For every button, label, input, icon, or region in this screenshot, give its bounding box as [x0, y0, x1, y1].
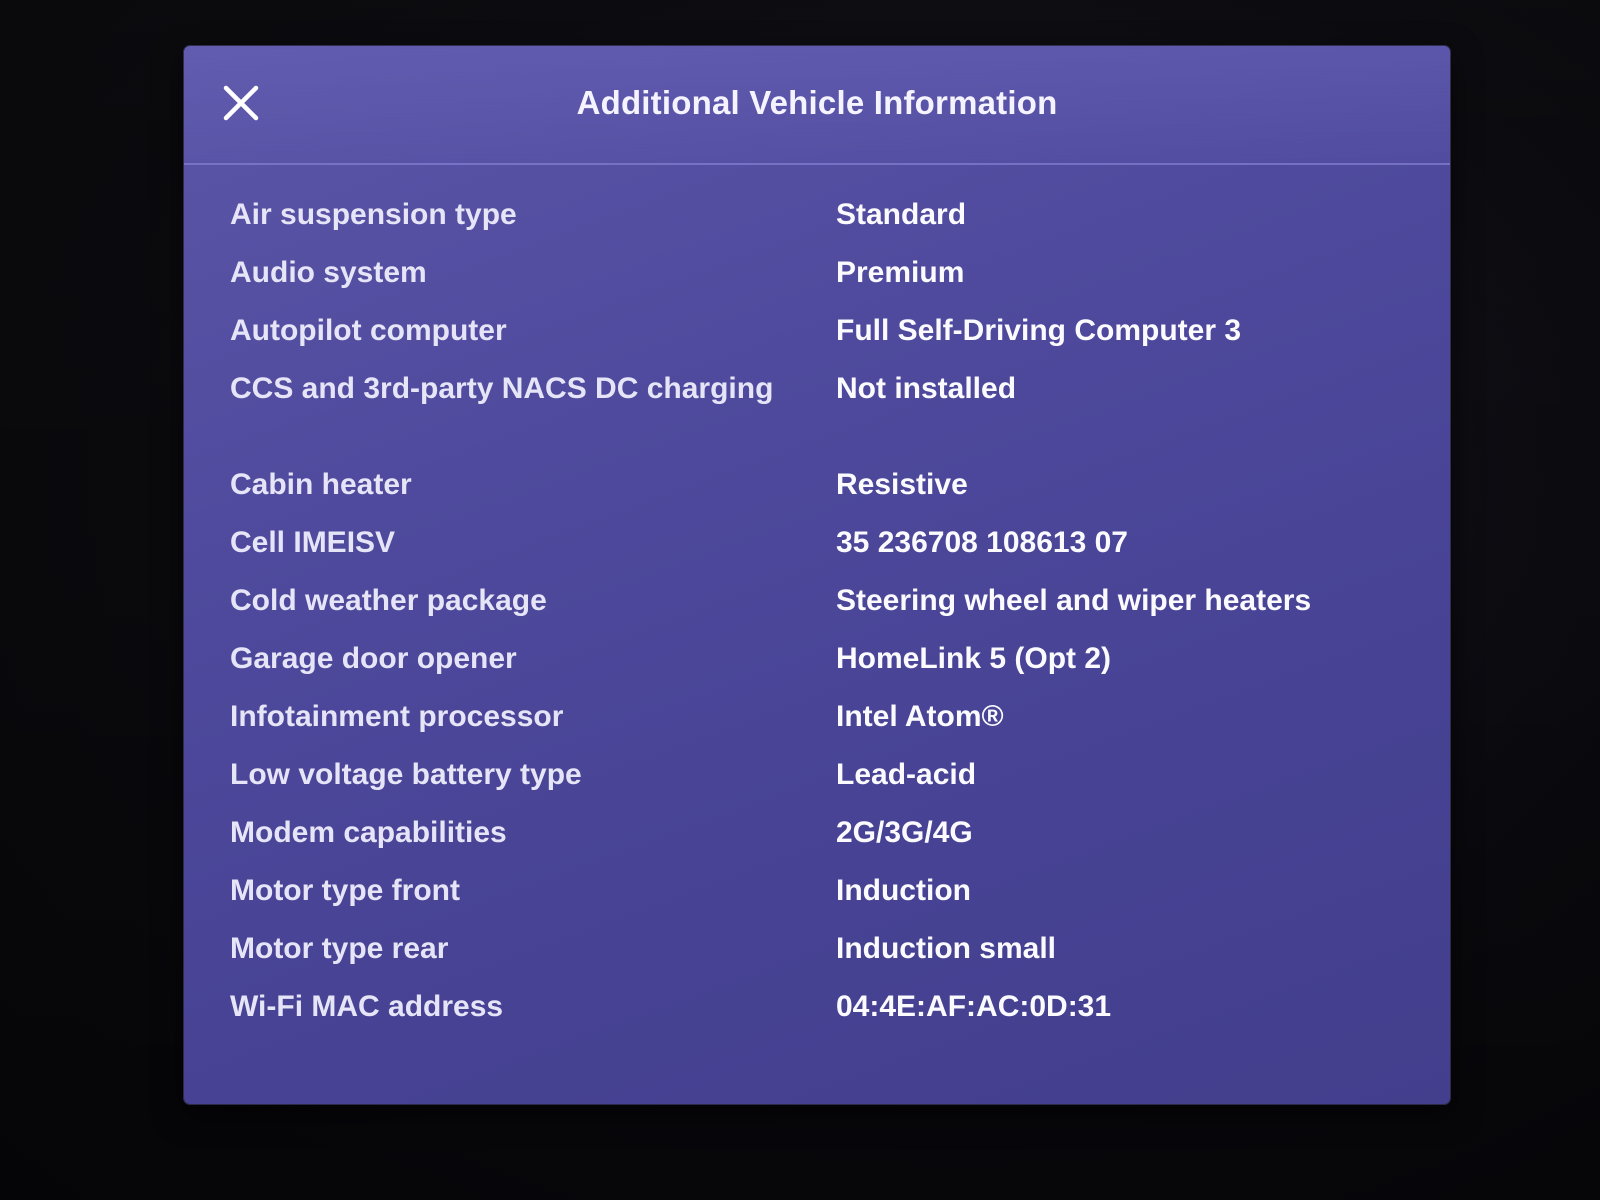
info-label: Garage door opener	[230, 642, 517, 675]
info-value: Steering wheel and wiper heaters	[836, 584, 1312, 617]
info-label: Autopilot computer	[230, 314, 507, 347]
info-row-motor-rear: Motor type rear Induction small	[230, 930, 1410, 988]
info-row-infotainment-processor: Infotainment processor Intel Atom®	[230, 698, 1410, 756]
info-row-air-suspension: Air suspension type Standard	[230, 196, 1410, 254]
dialog-title: Additional Vehicle Information	[576, 84, 1058, 121]
info-value: Full Self-Driving Computer 3	[836, 314, 1242, 347]
info-value: Induction small	[836, 932, 1057, 965]
info-value: Standard	[836, 198, 967, 231]
info-label: Cold weather package	[230, 584, 547, 617]
info-label: Low voltage battery type	[230, 758, 582, 791]
vehicle-info-list: Air suspension type Standard Audio syste…	[230, 196, 1410, 1046]
info-row-dc-charging: CCS and 3rd-party NACS DC charging Not i…	[230, 370, 1410, 466]
info-row-autopilot-computer: Autopilot computer Full Self-Driving Com…	[230, 312, 1410, 370]
info-row-cell-imeisv: Cell IMEISV 35 236708 108613 07	[230, 524, 1410, 582]
info-value: HomeLink 5 (Opt 2)	[836, 642, 1112, 675]
vehicle-info-dialog: Additional Vehicle Information Air suspe…	[184, 46, 1450, 1104]
info-value: Induction	[836, 874, 971, 907]
info-label: Motor type front	[230, 874, 460, 907]
info-value: Intel Atom®	[836, 700, 1004, 733]
info-label: Air suspension type	[230, 198, 517, 231]
info-row-battery-type: Low voltage battery type Lead-acid	[230, 756, 1410, 814]
info-row-garage-door: Garage door opener HomeLink 5 (Opt 2)	[230, 640, 1410, 698]
info-value: 04:4E:AF:AC:0D:31	[836, 990, 1112, 1023]
info-label: Motor type rear	[230, 932, 449, 965]
info-label: Wi-Fi MAC address	[230, 990, 504, 1023]
info-value: 35 236708 108613 07	[836, 526, 1128, 559]
info-row-cold-weather: Cold weather package Steering wheel and …	[230, 582, 1410, 640]
info-row-modem: Modem capabilities 2G/3G/4G	[230, 814, 1410, 872]
info-value: Lead-acid	[836, 758, 977, 791]
dialog-header: Additional Vehicle Information	[184, 46, 1450, 165]
info-row-motor-front: Motor type front Induction	[230, 872, 1410, 930]
info-value: Resistive	[836, 468, 968, 501]
info-row-audio-system: Audio system Premium	[230, 254, 1410, 312]
info-label: Modem capabilities	[230, 816, 507, 849]
info-label: Cell IMEISV	[230, 526, 396, 559]
info-label: Cabin heater	[230, 468, 412, 501]
info-label: CCS and 3rd-party NACS DC charging	[230, 372, 774, 405]
info-value: 2G/3G/4G	[836, 816, 973, 849]
info-row-cabin-heater: Cabin heater Resistive	[230, 466, 1410, 524]
info-value: Premium	[836, 256, 965, 289]
info-row-wifi-mac: Wi-Fi MAC address 04:4E:AF:AC:0D:31	[230, 988, 1410, 1046]
info-label: Infotainment processor	[230, 700, 564, 733]
info-value: Not installed	[836, 372, 1017, 405]
info-label: Audio system	[230, 256, 427, 289]
